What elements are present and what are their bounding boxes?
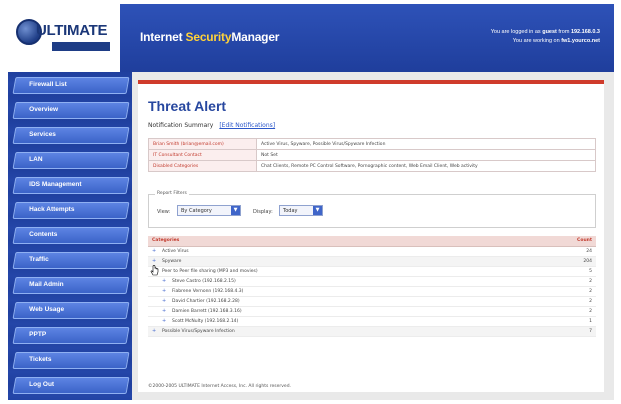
report-filters: Report Filters View: By Category ▼ Displa… [148,191,596,228]
nav-ids-management[interactable]: IDS Management [12,177,130,194]
table-row[interactable]: + Spyware 204 [148,256,596,267]
chevron-down-icon[interactable]: ▼ [313,206,322,215]
nav-hack-attempts[interactable]: Hack Attempts [12,202,130,219]
info-key: Brian Smith (brian@email.com) [148,138,257,150]
info-value: Active Virus, Spyware, Possible Virus/Sp… [256,138,596,150]
hand-cursor-icon [150,265,159,276]
app-window: ULTIMATE Internet SecurityManager You ar… [8,4,614,400]
expand-icon[interactable]: + [162,318,168,324]
info-row: Brian Smith (brian@email.com) Active Viru… [148,138,596,150]
summary-label: Notification Summary [148,122,214,129]
info-row: IT Consultant Contact Not Set [148,149,596,161]
title-accent: Security [185,30,232,44]
ultimate-logo[interactable]: ULTIMATE [16,18,112,58]
expand-icon[interactable]: + [162,288,168,294]
expand-icon[interactable]: + [162,278,168,284]
login-prefix: You are logged in as [490,29,543,35]
footer-copyright: ©2000-2005 ULTIMATE Internet Access, Inc… [148,384,291,389]
login-ip: 192.168.0.3 [570,29,600,35]
info-key: Disabled Categories [148,160,257,172]
nav-firewall-list[interactable]: Firewall List [12,77,130,94]
expand-icon[interactable]: + [162,298,168,304]
table-row[interactable]: + Scott McNulty (192.168.2.14) 1 [148,316,596,327]
notification-summary: Notification Summary [Edit Notifications] [148,122,275,129]
table-row[interactable]: + Fiabrene Vernonn (192.168.4.3) 2 [148,286,596,297]
app-title: Internet SecurityManager [140,30,279,44]
title-prefix: Internet [140,30,186,44]
login-user: guest [542,29,557,35]
column-header-categories[interactable]: Categories [148,236,566,247]
table-row[interactable]: + David Chartier (192.168.2.28) 2 [148,296,596,307]
login-mid: from [556,29,571,35]
expand-icon[interactable]: + [152,328,158,334]
content-area: Threat Alert Notification Summary [Edit N… [132,72,614,400]
login-host: fw1.yourco.net [561,38,600,44]
nav-pptp[interactable]: PPTP [12,327,130,344]
logo-text: ULTIMATE [36,22,108,39]
nav-contents[interactable]: Contents [12,227,130,244]
table-row[interactable]: + Active Virus 24 [148,246,596,257]
threat-alert-panel: Threat Alert Notification Summary [Edit N… [138,80,604,392]
nav-overview[interactable]: Overview [12,102,130,119]
expand-icon[interactable]: + [152,248,158,254]
sidebar: Firewall List Overview Services LAN IDS … [8,72,132,400]
host-prefix: You are working on [512,38,562,44]
expand-icon[interactable]: + [152,258,158,264]
chevron-down-icon[interactable]: ▼ [231,206,240,215]
filters-legend: Report Filters [155,191,189,196]
edit-notifications-link[interactable]: [Edit Notifications] [219,122,275,129]
login-info: You are logged in as guest from 192.168.… [491,28,600,46]
display-label: Display: [253,209,273,215]
nav-lan[interactable]: LAN [12,152,130,169]
table-header-row: Categories Count [148,236,596,247]
info-key: IT Consultant Contact [148,149,257,161]
info-value: Not Set [256,149,596,161]
table-row[interactable]: + Possible Virus/Spyware Infection 7 [148,326,596,337]
expand-icon[interactable]: + [162,308,168,314]
logo-area: ULTIMATE [8,4,120,72]
nav-mail-admin[interactable]: Mail Admin [12,277,130,294]
title-suffix: Manager [231,30,280,44]
info-row: Disabled Categories Chat Clients, Remote … [148,160,596,172]
info-value: Chat Clients, Remote PC Control Software… [256,160,596,172]
nav-tickets[interactable]: Tickets [12,352,130,369]
header-bar: Internet SecurityManager You are logged … [120,4,614,72]
nav-traffic[interactable]: Traffic [12,252,130,269]
display-select[interactable]: Today ▼ [279,205,323,216]
nav-web-usage[interactable]: Web Usage [12,302,130,319]
table-row[interactable]: + Steve Castro (192.168.2.15) 2 [148,276,596,287]
logo-underline [52,42,110,51]
categories-table: Categories Count + Active Virus 24 + Spywar… [148,236,596,337]
column-header-count[interactable]: Count [566,236,596,247]
table-row[interactable]: + Damien Barrett (192.168.3.16) 2 [148,306,596,317]
page-title: Threat Alert [148,98,227,114]
nav-log-out[interactable]: Log Out [12,377,130,394]
view-label: View: [157,209,171,215]
view-select[interactable]: By Category ▼ [177,205,241,216]
table-row[interactable]: −Peer to Peer file sharing (MP3 and movi… [148,266,596,277]
nav-services[interactable]: Services [12,127,130,144]
notification-info-table: Brian Smith (brian@email.com) Active Viru… [148,138,596,172]
